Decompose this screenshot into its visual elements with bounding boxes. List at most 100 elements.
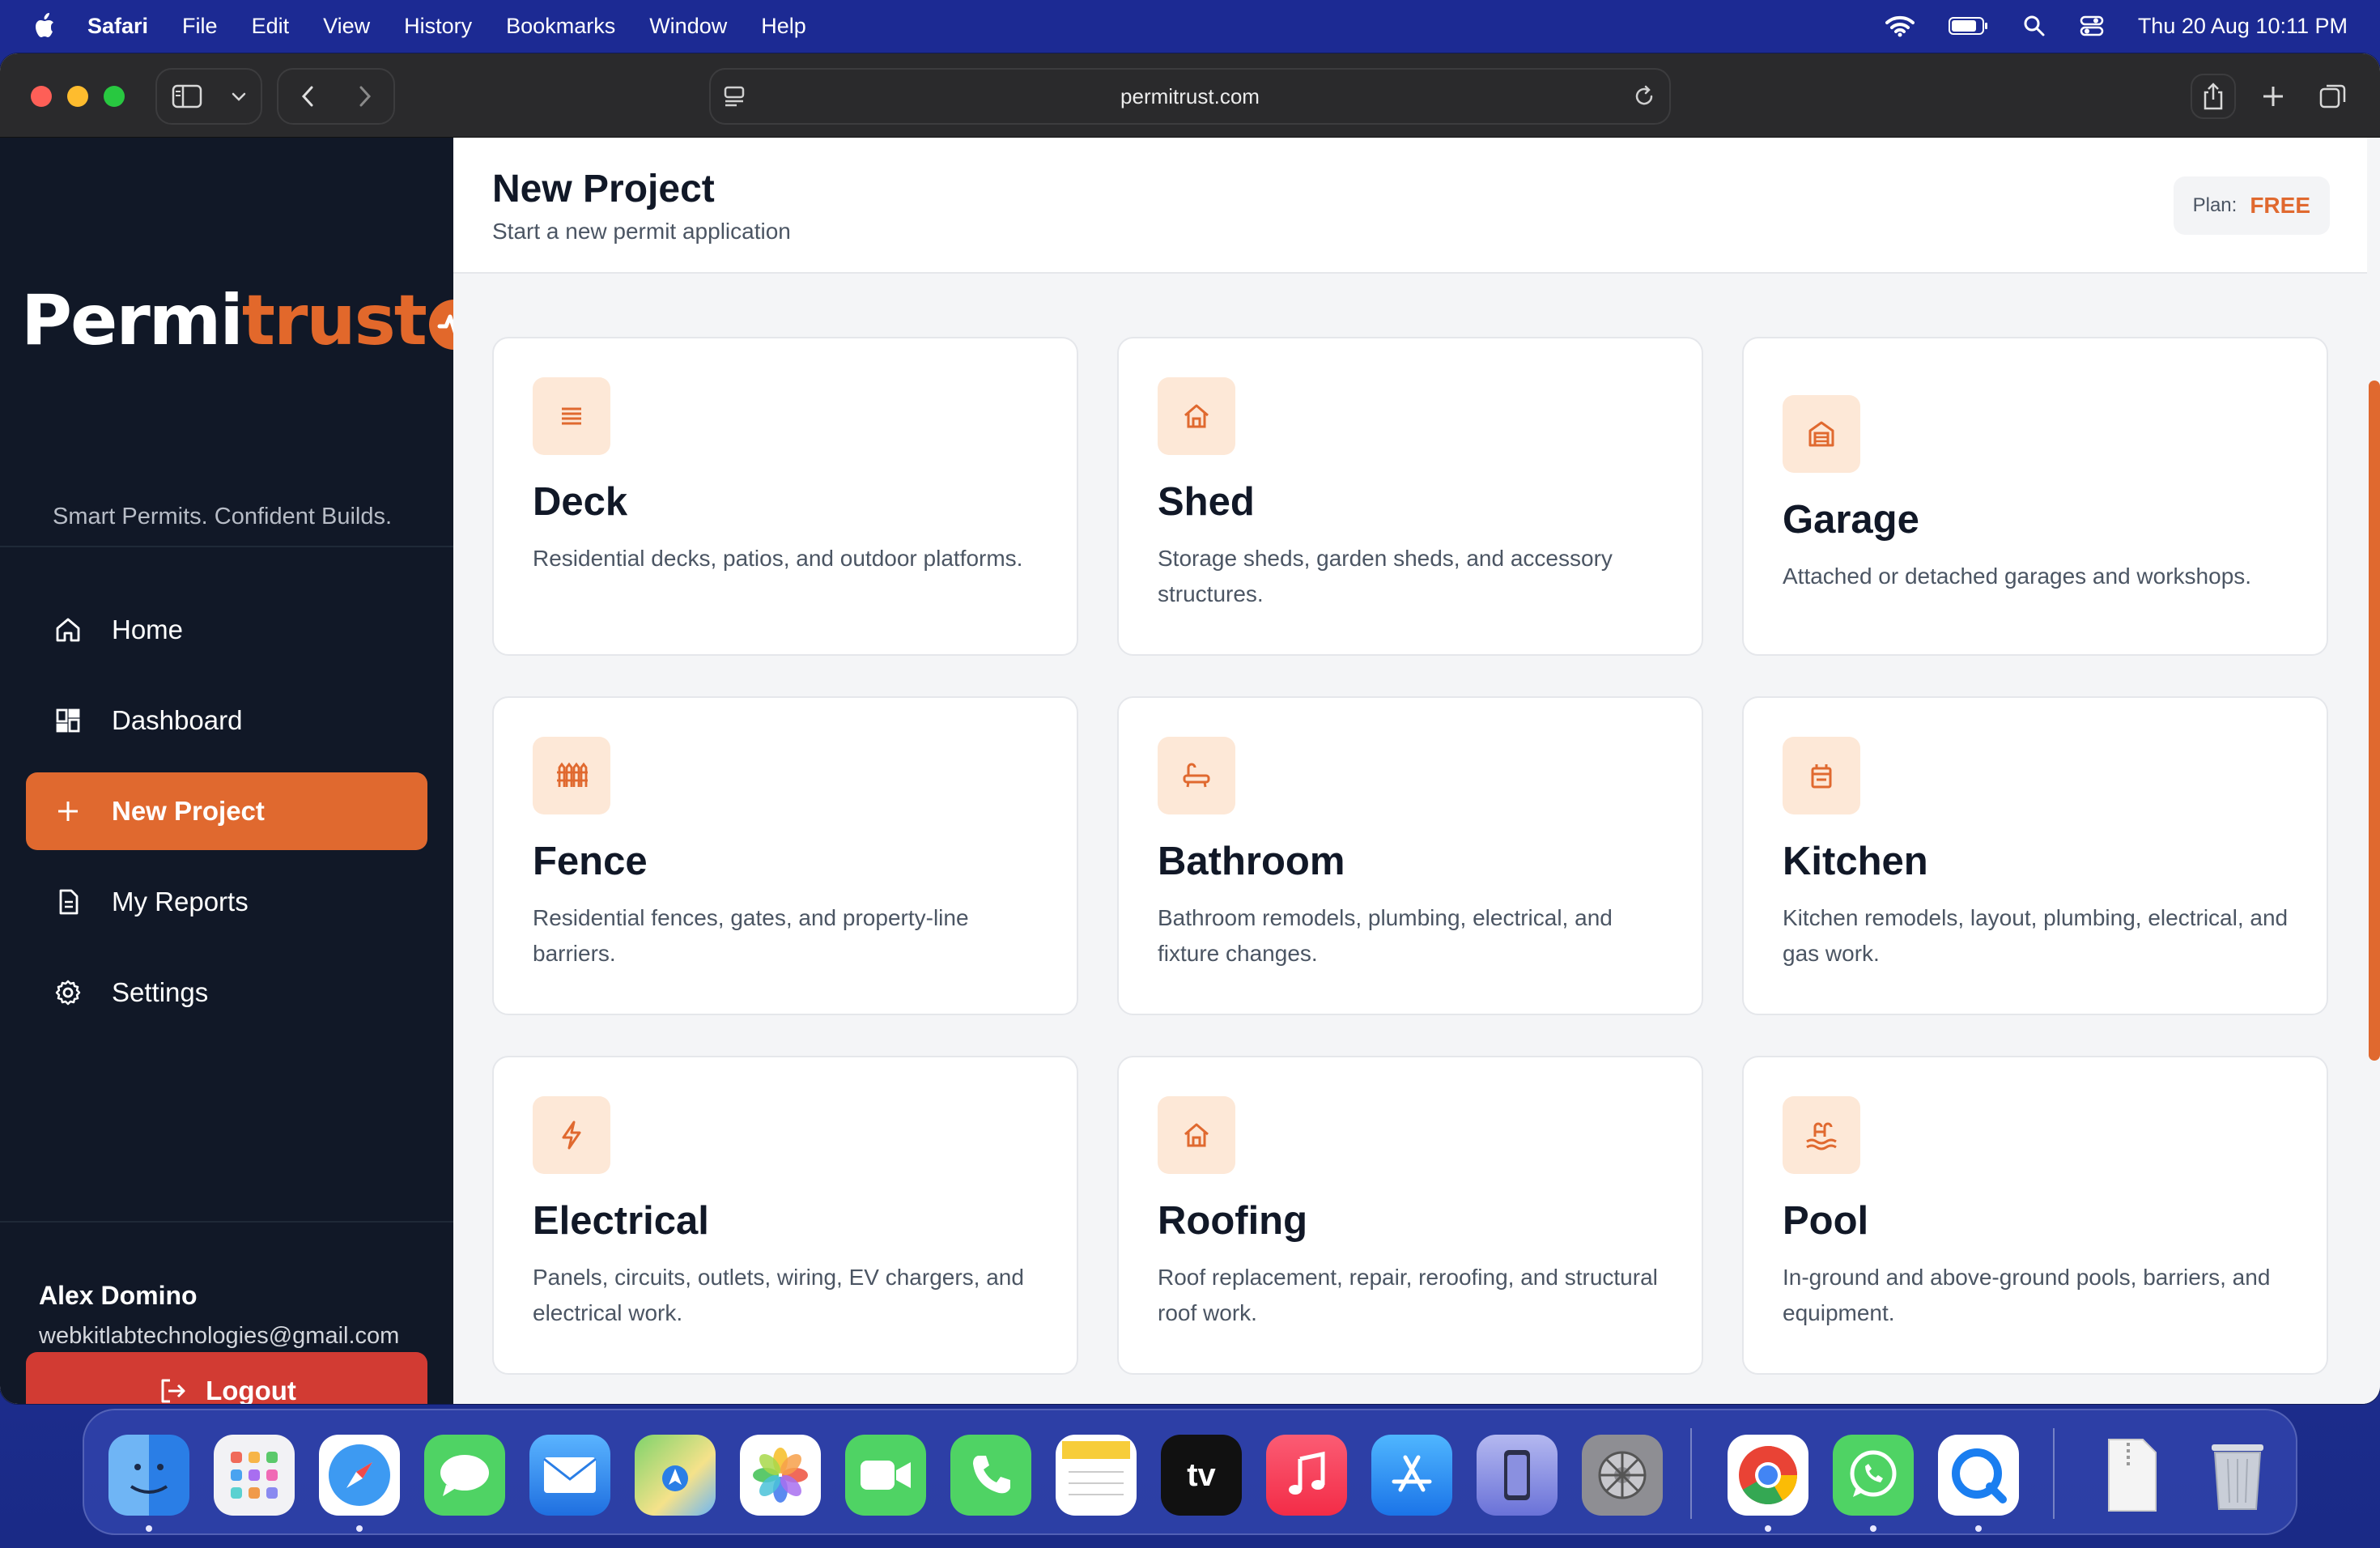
page-menu-icon[interactable]	[722, 84, 746, 108]
garage-icon	[1783, 395, 1860, 473]
gear-icon	[53, 978, 83, 1007]
project-card-kitchen[interactable]: Kitchen Kitchen remodels, layout, plumbi…	[1742, 696, 2328, 1015]
running-indicator	[1975, 1525, 1982, 1532]
app-store-icon[interactable]	[1371, 1435, 1452, 1516]
finder-icon[interactable]	[108, 1435, 189, 1516]
battery-icon[interactable]	[1948, 16, 1989, 36]
whatsapp-icon[interactable]	[1833, 1435, 1914, 1516]
menu-file[interactable]: File	[182, 14, 218, 39]
phone-icon[interactable]	[950, 1435, 1031, 1516]
sidebar-item-new-project[interactable]: New Project	[26, 772, 427, 850]
apple-menu-icon[interactable]	[32, 13, 55, 39]
page-title: New Project	[492, 168, 715, 211]
plan-badge: Plan: FREE	[2173, 176, 2330, 235]
quicktime-icon[interactable]	[1938, 1435, 2019, 1516]
apple-tv-icon[interactable]: tv	[1161, 1435, 1242, 1516]
card-title: Kitchen	[1783, 840, 1928, 883]
card-title: Roofing	[1158, 1199, 1308, 1243]
bath-icon	[1158, 737, 1235, 814]
project-card-deck[interactable]: Deck Residential decks, patios, and outd…	[492, 337, 1078, 656]
project-card-roofing[interactable]: Roofing Roof replacement, repair, reroof…	[1117, 1056, 1703, 1375]
photos-icon[interactable]	[740, 1435, 821, 1516]
page-scrollbar[interactable]	[2369, 381, 2380, 1061]
sidebar-item-label: Settings	[112, 977, 209, 1007]
sidebar-toggle-icon[interactable]	[172, 84, 202, 108]
sidebar-divider	[0, 546, 453, 547]
fence-icon	[533, 737, 610, 814]
notes-icon[interactable]	[1056, 1435, 1137, 1516]
logout-button[interactable]: Logout	[26, 1352, 427, 1404]
back-icon[interactable]	[300, 84, 316, 108]
permitrust-logo[interactable]: Permitrust	[21, 280, 479, 361]
minimize-window-button[interactable]	[67, 86, 88, 107]
chrome-icon[interactable]	[1728, 1435, 1808, 1516]
navigation-group	[277, 68, 395, 125]
dock: tv	[83, 1409, 2297, 1535]
reload-icon[interactable]	[1632, 84, 1656, 108]
menu-window[interactable]: Window	[649, 14, 727, 39]
mail-icon[interactable]	[529, 1435, 610, 1516]
menu-help[interactable]: Help	[761, 14, 806, 39]
facetime-icon[interactable]	[845, 1435, 926, 1516]
project-card-electrical[interactable]: Electrical Panels, circuits, outlets, wi…	[492, 1056, 1078, 1375]
logout-label: Logout	[206, 1376, 296, 1404]
sidebar-item-dashboard[interactable]: Dashboard	[26, 682, 427, 759]
forward-icon[interactable]	[357, 84, 373, 108]
safari-icon[interactable]	[319, 1435, 400, 1516]
system-settings-icon[interactable]	[1582, 1435, 1663, 1516]
sidebar-item-label: Dashboard	[112, 705, 243, 735]
plus-icon	[2263, 87, 2283, 106]
iphone-mirroring-icon[interactable]	[1477, 1435, 1558, 1516]
archive-icon[interactable]	[2092, 1435, 2173, 1516]
menu-bookmarks[interactable]: Bookmarks	[506, 14, 615, 39]
control-center-icon[interactable]	[2080, 14, 2104, 38]
card-description: Kitchen remodels, layout, plumbing, elec…	[1783, 905, 2289, 966]
sidebar-item-home[interactable]: Home	[26, 591, 427, 669]
menu-history[interactable]: History	[404, 14, 472, 39]
logo-text-white: Permi	[21, 280, 244, 361]
browser-window: permitrust.com Permitrust Smart Permits.…	[0, 53, 2380, 1404]
card-description: Panels, circuits, outlets, wiring, EV ch…	[533, 1265, 1024, 1325]
share-button[interactable]	[2191, 74, 2236, 119]
music-icon[interactable]	[1266, 1435, 1347, 1516]
user-name: Alex Domino	[39, 1281, 198, 1310]
zoom-window-button[interactable]	[104, 86, 125, 107]
menubar-clock[interactable]: Thu 20 Aug 10:11 PM	[2138, 14, 2348, 39]
page-subtitle: Start a new permit application	[492, 219, 791, 244]
sidebar-item-settings[interactable]: Settings	[26, 954, 427, 1031]
card-title: Deck	[533, 480, 628, 524]
menu-view[interactable]: View	[323, 14, 370, 39]
project-card-fence[interactable]: Fence Residential fences, gates, and pro…	[492, 696, 1078, 1015]
project-card-pool[interactable]: Pool In-ground and above-ground pools, b…	[1742, 1056, 2328, 1375]
sidebar-toggle-group	[155, 68, 262, 125]
maps-icon[interactable]	[635, 1435, 716, 1516]
menu-app-name[interactable]: Safari	[87, 14, 148, 39]
address-bar[interactable]: permitrust.com	[709, 68, 1671, 125]
pool-icon	[1783, 1096, 1860, 1174]
sidebar-item-my-reports[interactable]: My Reports	[26, 863, 427, 941]
logout-icon	[161, 1379, 185, 1403]
messages-icon[interactable]	[424, 1435, 505, 1516]
dashboard-icon	[53, 706, 83, 735]
card-title: Electrical	[533, 1199, 709, 1243]
project-card-garage[interactable]: Garage Attached or detached garages and …	[1742, 337, 2328, 656]
project-card-bathroom[interactable]: Bathroom Bathroom remodels, plumbing, el…	[1117, 696, 1703, 1015]
spotlight-search-icon[interactable]	[2023, 15, 2046, 37]
app-sidebar: Permitrust Smart Permits. Confident Buil…	[0, 138, 479, 1404]
trash-icon[interactable]	[2197, 1435, 2278, 1516]
card-title: Fence	[533, 840, 648, 883]
project-card-shed[interactable]: Shed Storage sheds, garden sheds, and ac…	[1117, 337, 1703, 656]
close-window-button[interactable]	[31, 86, 52, 107]
user-email: webkitlabtechnologies@gmail.com	[39, 1323, 400, 1349]
house-icon	[1158, 377, 1235, 455]
wifi-icon[interactable]	[1885, 15, 1915, 37]
new-tab-button[interactable]	[2250, 74, 2296, 119]
menu-edit[interactable]: Edit	[252, 14, 290, 39]
card-title: Garage	[1783, 498, 1919, 542]
card-title: Bathroom	[1158, 840, 1345, 883]
tab-overview-button[interactable]	[2310, 74, 2356, 119]
dock-separator	[1690, 1428, 1692, 1519]
launchpad-icon[interactable]	[214, 1435, 295, 1516]
card-description: Attached or detached garages and worksho…	[1783, 563, 2252, 589]
chevron-down-icon[interactable]	[231, 91, 247, 102]
